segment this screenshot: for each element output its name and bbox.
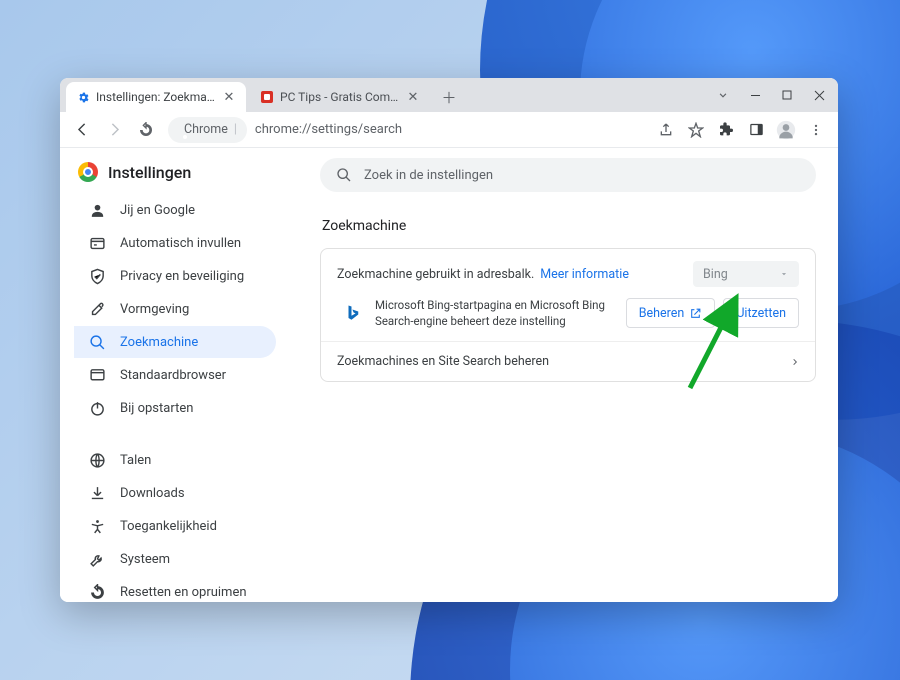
chrome-logo-icon (78, 162, 98, 182)
open-external-icon (689, 307, 702, 320)
reset-icon (88, 583, 106, 601)
sidebar-item-label: Standaardbrowser (120, 368, 226, 383)
sidebar-item-label: Downloads (120, 486, 185, 501)
sidebar-item-default[interactable]: Standaardbrowser (74, 359, 276, 391)
tab-close-icon[interactable]: ✕ (406, 90, 420, 104)
sidebar-item-label: Bij opstarten (120, 401, 193, 416)
manage-button[interactable]: Beheren (626, 298, 716, 328)
reload-button[interactable] (132, 116, 160, 144)
sidebar-item-reset[interactable]: Resetten en opruimen (74, 576, 276, 602)
globe-icon (88, 451, 106, 469)
sidebar-item-globe[interactable]: Talen (74, 444, 276, 476)
search-icon (88, 333, 106, 351)
sidebar-item-power[interactable]: Bij opstarten (74, 392, 276, 424)
browser-window: Instellingen: Zoekmachine ✕ PC Tips - Gr… (60, 78, 838, 602)
learn-more-link[interactable]: Meer informatie (540, 267, 629, 282)
sidebar-item-wrench[interactable]: Systeem (74, 543, 276, 575)
search-engine-card: Zoekmachine gebruikt in adresbalk. Meer … (320, 248, 816, 382)
tab-title: Instellingen: Zoekmachine (96, 90, 216, 104)
minimize-button[interactable] (740, 81, 770, 109)
sidebar-item-a11y[interactable]: Toegankelijkheid (74, 510, 276, 542)
extensions-icon[interactable] (712, 116, 740, 144)
omnibox-url: chrome://settings/search (255, 122, 402, 137)
settings-sidebar: Instellingen Jij en Google Automatisch in… (60, 148, 276, 602)
sidebar-item-label: Automatisch invullen (120, 236, 241, 251)
sidebar-item-label: Talen (120, 453, 151, 468)
disable-button[interactable]: Uitzetten (723, 298, 799, 328)
sidebar-item-label: Privacy en beveiliging (120, 269, 244, 284)
search-engine-select[interactable]: Bing (693, 261, 799, 287)
wrench-icon (88, 550, 106, 568)
tab-strip: Instellingen: Zoekmachine ✕ PC Tips - Gr… (60, 78, 838, 112)
brush-icon (88, 300, 106, 318)
sidebar-item-label: Jij en Google (120, 203, 195, 218)
settings-title: Instellingen (108, 163, 191, 182)
autofill-icon (88, 234, 106, 252)
managed-description: Microsoft Bing-startpagina en Microsoft … (375, 297, 614, 329)
omnibox-chip: Chrome | (168, 117, 247, 143)
search-icon (336, 167, 352, 183)
sidebar-item-label: Vormgeving (120, 302, 189, 317)
sidebar-item-brush[interactable]: Vormgeving (74, 293, 276, 325)
maximize-button[interactable] (772, 81, 802, 109)
person-icon (88, 201, 106, 219)
a11y-icon (88, 517, 106, 535)
site-favicon (260, 90, 274, 104)
new-tab-button[interactable]: ＋ (436, 84, 462, 110)
sidebar-item-person[interactable]: Jij en Google (74, 194, 276, 226)
profile-avatar[interactable] (772, 116, 800, 144)
settings-search-input[interactable]: Zoek in de instellingen (320, 158, 816, 192)
share-icon[interactable] (652, 116, 680, 144)
forward-button[interactable] (100, 116, 128, 144)
chevron-right-icon (791, 356, 799, 368)
sidebar-item-label: Toegankelijkheid (120, 519, 217, 534)
sidebar-item-label: Zoekmachine (120, 335, 198, 350)
omnibox[interactable]: Chrome | chrome://settings/search (164, 116, 648, 144)
sidebar-item-label: Systeem (120, 552, 170, 567)
gear-icon (76, 90, 90, 104)
chevron-down-icon (779, 269, 789, 279)
tab-search-button[interactable] (708, 81, 738, 109)
bookmark-icon[interactable] (682, 116, 710, 144)
tab-title: PC Tips - Gratis Computer Tips, e (280, 90, 400, 104)
menu-icon[interactable] (802, 116, 830, 144)
tab-close-icon[interactable]: ✕ (222, 90, 236, 104)
power-icon (88, 399, 106, 417)
browser-toolbar: Chrome | chrome://settings/search (60, 112, 838, 148)
settings-main: Zoek in de instellingen Zoekmachine Zoek… (276, 148, 838, 602)
section-title: Zoekmachine (322, 218, 816, 234)
close-button[interactable] (804, 81, 834, 109)
side-panel-icon[interactable] (742, 116, 770, 144)
bing-icon (343, 303, 363, 323)
download-icon (88, 484, 106, 502)
default-icon (88, 366, 106, 384)
sidebar-item-download[interactable]: Downloads (74, 477, 276, 509)
shield-icon (88, 267, 106, 285)
back-button[interactable] (68, 116, 96, 144)
manage-search-engines-row[interactable]: Zoekmachines en Site Search beheren (321, 342, 815, 381)
browser-tab-inactive[interactable]: PC Tips - Gratis Computer Tips, e ✕ (250, 82, 430, 112)
sidebar-item-shield[interactable]: Privacy en beveiliging (74, 260, 276, 292)
sidebar-item-autofill[interactable]: Automatisch invullen (74, 227, 276, 259)
browser-tab-active[interactable]: Instellingen: Zoekmachine ✕ (66, 82, 246, 112)
sidebar-item-label: Resetten en opruimen (120, 585, 247, 600)
row-label: Zoekmachine gebruikt in adresbalk. (337, 267, 534, 282)
sidebar-item-search[interactable]: Zoekmachine (74, 326, 276, 358)
search-placeholder: Zoek in de instellingen (364, 168, 493, 183)
